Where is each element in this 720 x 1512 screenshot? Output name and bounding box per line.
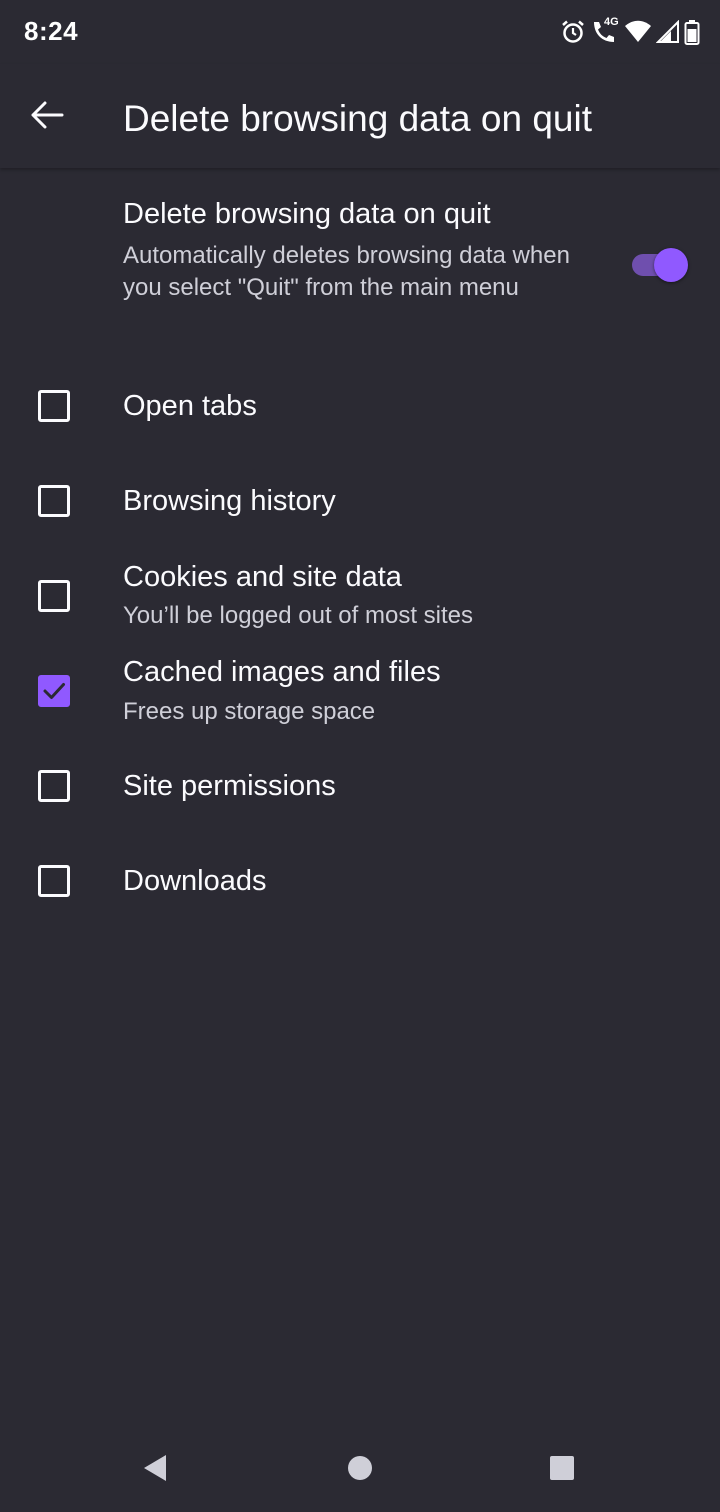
nav-back-button[interactable] [131,1446,179,1494]
signal-icon [656,20,680,44]
page-title: Delete browsing data on quit [123,98,592,139]
network-type-label: 4G [604,16,619,28]
option-title: Open tabs [123,390,257,422]
battery-icon [684,19,700,45]
browsing-history-checkbox[interactable] [38,485,70,517]
option-open-tabs[interactable]: Open tabs [0,358,720,453]
system-nav-bar [0,1428,720,1512]
option-title: Cached images and files [123,656,441,688]
option-cached-images[interactable]: Cached images and files Frees up storage… [0,643,720,738]
status-icons: 4G [560,16,700,48]
delete-on-quit-toggle-row[interactable]: Delete browsing data on quit Automatical… [0,190,720,340]
app-bar: Delete browsing data on quit [0,64,720,168]
delete-on-quit-switch[interactable] [630,248,688,282]
delete-on-quit-title: Delete browsing data on quit [123,198,491,230]
back-button[interactable] [18,88,76,146]
option-summary: You’ll be logged out of most sites [123,602,474,629]
back-triangle-icon [142,1453,168,1488]
option-title: Downloads [123,865,267,897]
nav-home-button[interactable] [336,1446,384,1494]
status-time: 8:24 [24,16,79,46]
option-title: Site permissions [123,770,336,802]
open-tabs-checkbox[interactable] [38,390,70,422]
home-circle-icon [347,1455,373,1486]
option-browsing-history[interactable]: Browsing history [0,453,720,548]
option-cookies-site-data[interactable]: Cookies and site data You’ll be logged o… [0,548,720,643]
option-title: Cookies and site data [123,561,402,593]
alarm-icon [560,19,586,45]
site-permissions-checkbox[interactable] [38,770,70,802]
option-site-permissions[interactable]: Site permissions [0,738,720,833]
switch-thumb [654,248,688,282]
arrow-left-icon [30,101,64,134]
recents-square-icon [549,1455,575,1486]
cookies-checkbox[interactable] [38,580,70,612]
cached-images-checkbox[interactable] [38,675,70,707]
option-summary: Frees up storage space [123,698,376,725]
downloads-checkbox[interactable] [38,865,70,897]
option-title: Browsing history [123,485,336,517]
wifi-icon [624,20,652,44]
nav-recents-button[interactable] [538,1446,586,1494]
delete-on-quit-summary: Automatically deletes browsing data when… [123,242,570,301]
option-downloads[interactable]: Downloads [0,833,720,928]
wifi-calling-icon: 4G [590,16,620,46]
status-bar: 8:24 4G [0,0,720,64]
